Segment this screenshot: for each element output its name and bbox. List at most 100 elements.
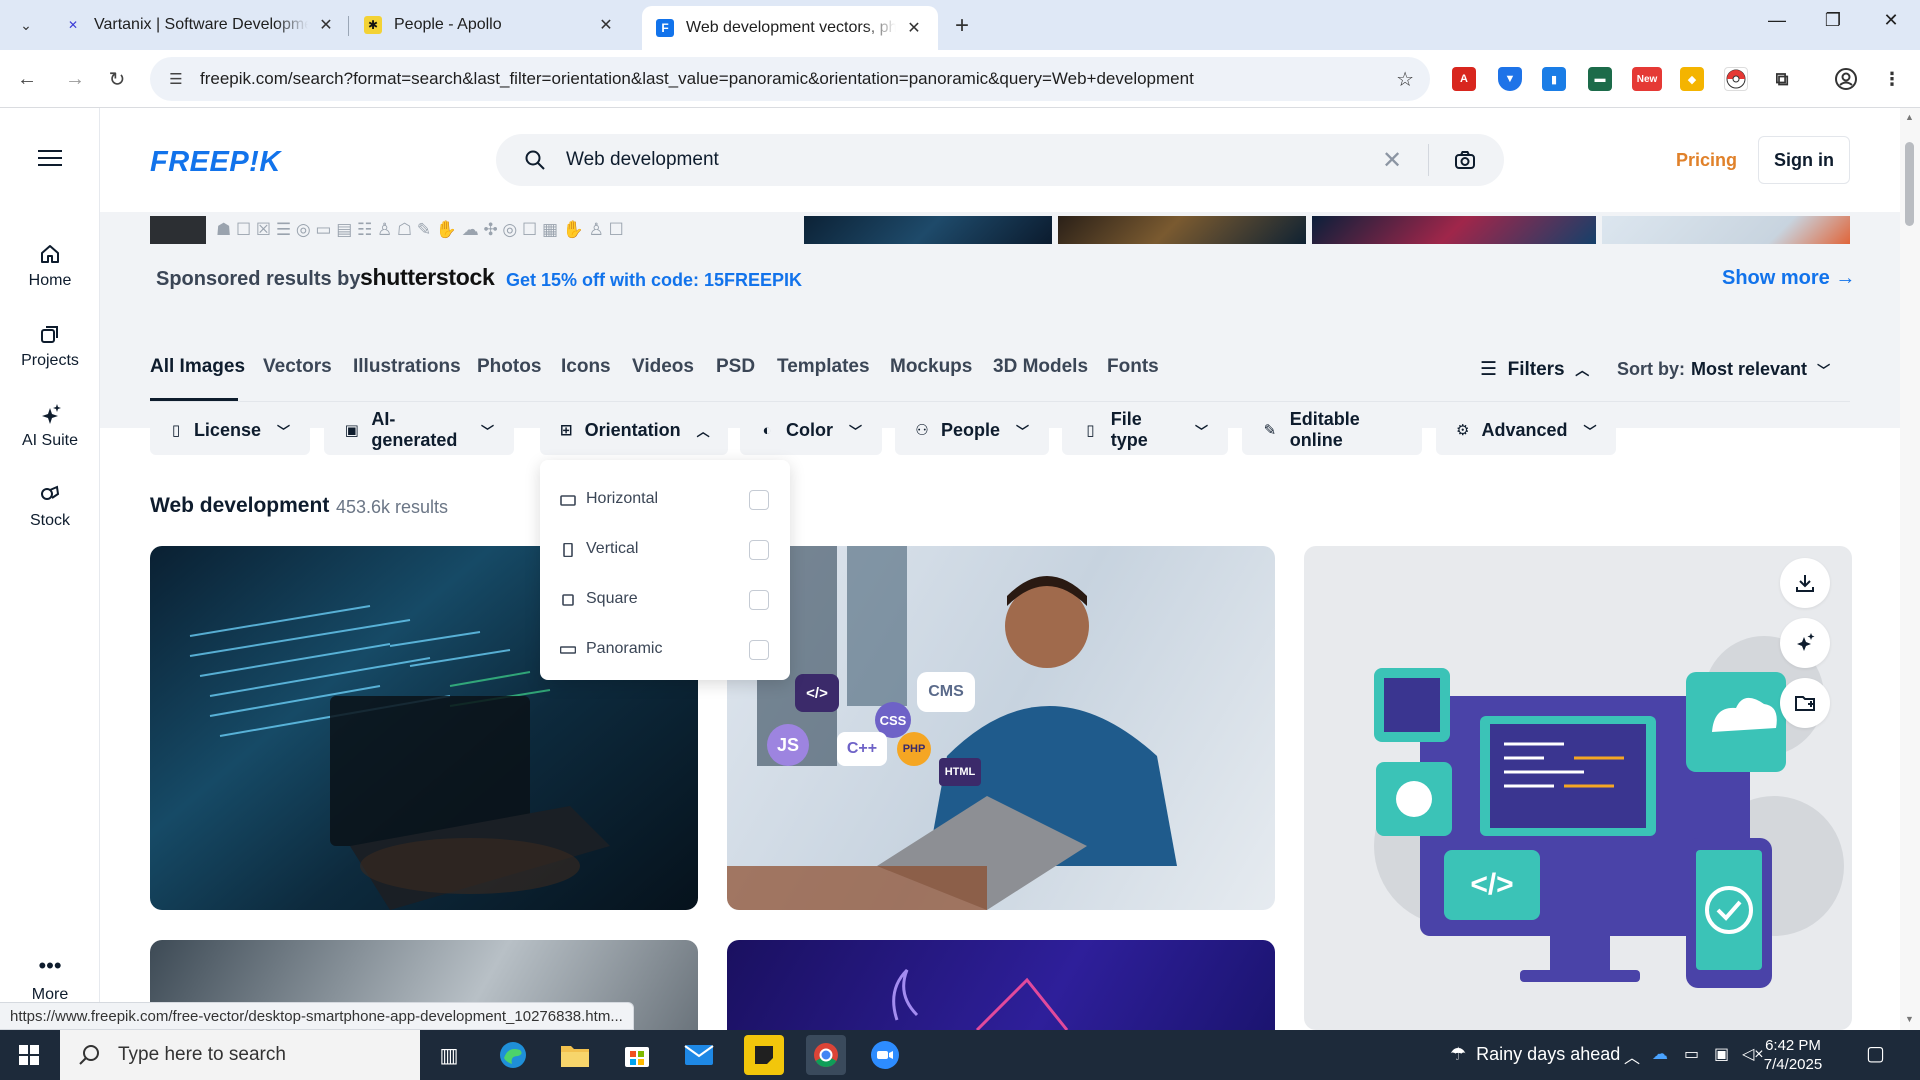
windows-start-icon[interactable] bbox=[12, 1038, 46, 1072]
close-tab-icon[interactable]: ✕ bbox=[904, 18, 924, 38]
tab-fonts[interactable]: Fonts bbox=[1107, 356, 1159, 378]
orientation-option-square[interactable]: Square bbox=[540, 580, 790, 620]
result-card-java-dev[interactable] bbox=[727, 940, 1275, 1030]
checkbox[interactable] bbox=[749, 640, 769, 660]
sidebar-item-more[interactable]: ••• More bbox=[0, 955, 100, 1004]
tab-all-images[interactable]: All Images bbox=[150, 356, 245, 378]
save-to-collection-button[interactable] bbox=[1780, 678, 1830, 728]
tab-photos[interactable]: Photos bbox=[477, 356, 541, 378]
tab-templates[interactable]: Templates bbox=[777, 356, 870, 378]
tab-illustrations[interactable]: Illustrations bbox=[353, 356, 461, 378]
taskbar-search-box[interactable]: Type here to search bbox=[60, 1030, 420, 1080]
new-tab-button[interactable]: + bbox=[950, 12, 974, 40]
clear-search-icon[interactable]: ✕ bbox=[1382, 146, 1402, 175]
sort-select[interactable]: Most relevant ﹀ bbox=[1691, 359, 1830, 380]
result-card-developer-smiling[interactable]: </> CMS CSS JS C++ PHP HTML bbox=[727, 546, 1275, 910]
people-filter-button[interactable]: ⚇ People ﹀ bbox=[895, 405, 1049, 455]
chrome-browser-icon[interactable] bbox=[806, 1035, 846, 1075]
tab-psd[interactable]: PSD bbox=[716, 356, 755, 378]
orientation-option-vertical[interactable]: Vertical bbox=[540, 530, 790, 570]
ai-generated-filter-button[interactable]: ▣ AI-generated ﹀ bbox=[324, 405, 514, 455]
shield-extension-icon[interactable]: ▼ bbox=[1498, 67, 1522, 91]
orientation-option-horizontal[interactable]: Horizontal bbox=[540, 480, 790, 520]
tab-icons[interactable]: Icons bbox=[561, 356, 611, 378]
system-clock[interactable]: 6:42 PM 7/4/2025 bbox=[1756, 1036, 1830, 1074]
scrollbar-thumb[interactable] bbox=[1905, 142, 1914, 226]
license-filter-button[interactable]: ▯ License ﹀ bbox=[150, 405, 310, 455]
checkbox[interactable] bbox=[749, 590, 769, 610]
mail-icon[interactable] bbox=[682, 1038, 716, 1072]
back-arrow-icon[interactable]: ← bbox=[12, 64, 42, 94]
close-window-icon[interactable]: ✕ bbox=[1876, 10, 1906, 31]
document-extension-icon[interactable]: ▮ bbox=[1542, 67, 1566, 91]
close-tab-icon[interactable]: ✕ bbox=[596, 15, 616, 35]
notifications-icon[interactable]: ▢ bbox=[1866, 1041, 1885, 1066]
sidebar-item-projects[interactable]: Projects bbox=[0, 322, 100, 370]
folder-extension-icon[interactable]: ▬ bbox=[1588, 67, 1612, 91]
reload-icon[interactable]: ↻ bbox=[102, 64, 132, 94]
forward-arrow-icon[interactable]: → bbox=[60, 64, 90, 94]
pdf-extension-icon[interactable]: A bbox=[1452, 67, 1476, 91]
advanced-filter-button[interactable]: ⚙ Advanced ﹀ bbox=[1436, 405, 1616, 455]
tab-vectors[interactable]: Vectors bbox=[263, 356, 332, 378]
sponsored-thumb[interactable] bbox=[1058, 216, 1306, 244]
profile-avatar-icon[interactable] bbox=[1834, 67, 1858, 91]
sidebar-item-home[interactable]: Home bbox=[0, 242, 100, 290]
sidebar-item-ai-suite[interactable]: AI Suite bbox=[0, 402, 100, 450]
site-info-icon[interactable]: ☰ bbox=[164, 70, 188, 88]
sign-in-button[interactable]: Sign in bbox=[1758, 136, 1850, 184]
sticky-notes-icon[interactable] bbox=[744, 1035, 784, 1075]
tray-chevron-up-icon[interactable]: ︿ bbox=[1624, 1044, 1640, 1068]
extensions-puzzle-icon[interactable]: ⧉ bbox=[1770, 67, 1794, 91]
tab-vartanix[interactable]: ✕ Vartanix | Software Development ✕ bbox=[50, 6, 350, 44]
tab-mockups[interactable]: Mockups bbox=[890, 356, 972, 378]
scroll-down-icon[interactable]: ▼ bbox=[1905, 1014, 1914, 1024]
sponsored-thumb[interactable] bbox=[150, 216, 206, 244]
tag-extension-icon[interactable]: ◆ bbox=[1680, 67, 1704, 91]
weather-widget[interactable]: ☂ Rainy days ahead bbox=[1450, 1044, 1620, 1065]
checkbox[interactable] bbox=[749, 490, 769, 510]
tab-apollo[interactable]: ✱ People - Apollo ✕ bbox=[350, 6, 630, 44]
minimize-icon[interactable]: — bbox=[1762, 10, 1792, 31]
sponsored-icon-set[interactable]: ☗ ☐ ☒ ☰ ◎ ▭ ▤ ☷ ♙ ☖ ✎ ✋ ☁ ✣ ◎ ☐ ▦ ✋ ♙ ☐ bbox=[216, 216, 904, 244]
freepik-logo[interactable]: FREEP!K bbox=[150, 146, 281, 179]
chrome-menu-icon[interactable]: ⋮ bbox=[1880, 67, 1904, 91]
show-more-link[interactable]: Show more → bbox=[1722, 267, 1855, 290]
onedrive-cloud-icon[interactable]: ☁ bbox=[1652, 1044, 1668, 1064]
new-badge-extension-icon[interactable]: New bbox=[1632, 67, 1662, 91]
orientation-filter-button[interactable]: ⊞ Orientation ︿ bbox=[540, 405, 728, 455]
tab-3d-models[interactable]: 3D Models bbox=[993, 356, 1088, 378]
battery-icon[interactable]: ▭ bbox=[1684, 1044, 1699, 1064]
search-bar[interactable]: Web development ✕ bbox=[496, 134, 1504, 186]
zoom-icon[interactable] bbox=[868, 1038, 902, 1072]
editable-online-filter-button[interactable]: ✎ Editable online bbox=[1242, 405, 1422, 455]
shutterstock-logo[interactable]: shutterstock bbox=[360, 264, 495, 291]
network-icon[interactable]: ▣ bbox=[1714, 1044, 1729, 1064]
close-tab-icon[interactable]: ✕ bbox=[316, 15, 336, 35]
page-scrollbar[interactable]: ▲ ▼ bbox=[1900, 108, 1920, 1030]
bookmark-star-icon[interactable]: ☆ bbox=[1396, 67, 1414, 92]
address-url[interactable]: freepik.com/search?format=search&last_fi… bbox=[200, 69, 1194, 89]
tab-search-icon[interactable]: ⌄ bbox=[12, 12, 40, 38]
scroll-up-icon[interactable]: ▲ bbox=[1905, 112, 1914, 122]
color-filter-button[interactable]: ◐ Color ﹀ bbox=[740, 405, 882, 455]
sponsored-thumb[interactable] bbox=[1312, 216, 1596, 244]
file-explorer-icon[interactable] bbox=[558, 1038, 592, 1072]
checkbox[interactable] bbox=[749, 540, 769, 560]
download-button[interactable] bbox=[1780, 558, 1830, 608]
sponsored-thumb[interactable] bbox=[804, 216, 1052, 244]
pricing-link[interactable]: Pricing bbox=[1676, 150, 1737, 171]
edge-browser-icon[interactable] bbox=[496, 1038, 530, 1072]
address-bar[interactable]: ☰ freepik.com/search?format=search&last_… bbox=[150, 57, 1430, 101]
hamburger-menu-icon[interactable] bbox=[38, 150, 62, 171]
filters-toggle[interactable]: ☰ Filters ︿ bbox=[1480, 358, 1589, 381]
sidebar-item-stock[interactable]: Stock bbox=[0, 482, 100, 530]
task-view-icon[interactable]: ▥ bbox=[432, 1038, 466, 1072]
ai-edit-button[interactable] bbox=[1780, 618, 1830, 668]
microsoft-store-icon[interactable] bbox=[620, 1038, 654, 1072]
sponsored-thumb[interactable] bbox=[1602, 216, 1850, 244]
tab-videos[interactable]: Videos bbox=[632, 356, 694, 378]
orientation-option-panoramic[interactable]: Panoramic bbox=[540, 630, 790, 670]
search-input[interactable]: Web development bbox=[566, 149, 719, 171]
pokeball-extension-icon[interactable] bbox=[1724, 67, 1748, 91]
